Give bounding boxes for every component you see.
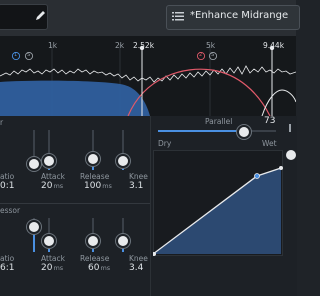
parallel-label: Parallel <box>205 117 233 126</box>
ratio-label-upper: atio <box>0 172 15 181</box>
release-value-upper[interactable]: 100ms <box>84 181 112 191</box>
band2-number-badge[interactable]: 2 <box>199 52 202 58</box>
release-label-upper: Release <box>80 172 110 181</box>
ratio-value-upper[interactable]: 0:1 <box>0 181 14 191</box>
compressor-panel <box>0 116 150 296</box>
attack-thumb-lower[interactable] <box>42 234 56 248</box>
band2-curve <box>127 68 271 116</box>
band2-solo-badge[interactable]: S <box>211 52 214 58</box>
transfer-curve-fill <box>153 168 281 254</box>
freq-label-1k: 1k <box>48 41 58 50</box>
section-divider <box>0 203 150 204</box>
list-icon[interactable] <box>172 10 184 22</box>
attack-thumb-upper[interactable] <box>42 154 56 168</box>
ratio-value-lower[interactable]: 6:1 <box>0 263 14 273</box>
knee-thumb-lower[interactable] <box>116 234 130 248</box>
parallel-value[interactable]: 73 <box>264 116 275 126</box>
ratio-label-lower: atio <box>0 254 15 263</box>
spectrum-trace <box>0 65 296 83</box>
band1-fill <box>0 80 150 116</box>
release-label-lower: Release <box>80 254 110 263</box>
release-value-lower[interactable]: 60ms <box>88 263 110 273</box>
band1-solo-badge[interactable]: S <box>27 52 30 58</box>
knee-value-upper[interactable]: 3.1 <box>129 181 143 191</box>
crossover-label-2[interactable]: 9.44k <box>263 41 284 50</box>
ratio-thumb-upper[interactable] <box>27 157 41 171</box>
knee-label-lower: Knee <box>129 254 148 263</box>
upper-section-label: r <box>0 118 4 127</box>
dry-label: Dry <box>158 139 172 148</box>
crossover-label-1[interactable]: 2.52k <box>133 41 154 50</box>
wet-label: Wet <box>262 139 277 148</box>
freq-label-5k: 5k <box>206 41 216 50</box>
ratio-thumb-lower[interactable] <box>27 220 41 234</box>
curve-end-point[interactable] <box>279 166 283 170</box>
knee-point[interactable] <box>254 173 260 179</box>
knee-label-upper: Knee <box>129 172 148 181</box>
pencil-icon[interactable] <box>33 9 47 23</box>
lower-section-label: essor <box>0 206 21 215</box>
band1-number-badge[interactable]: 1 <box>14 52 17 58</box>
output-handle[interactable] <box>286 150 296 160</box>
transfer-curve-svg <box>153 166 283 256</box>
attack-label-lower: Attack <box>41 254 65 263</box>
knee-value-lower[interactable]: 3.4 <box>129 263 143 273</box>
attack-value-lower[interactable]: 20ms <box>41 263 63 273</box>
freq-label-2k: 2k <box>115 41 125 50</box>
preset-name: *Enhance Midrange <box>190 10 289 21</box>
attack-value-upper[interactable]: 20ms <box>41 181 63 191</box>
release-thumb-upper[interactable] <box>86 152 100 166</box>
side-indicator <box>289 124 291 132</box>
parallel-fill <box>158 130 245 132</box>
band3-curve <box>261 89 296 116</box>
knee-thumb-upper[interactable] <box>116 154 130 168</box>
release-thumb-lower[interactable] <box>86 234 100 248</box>
attack-label-upper: Attack <box>41 172 65 181</box>
